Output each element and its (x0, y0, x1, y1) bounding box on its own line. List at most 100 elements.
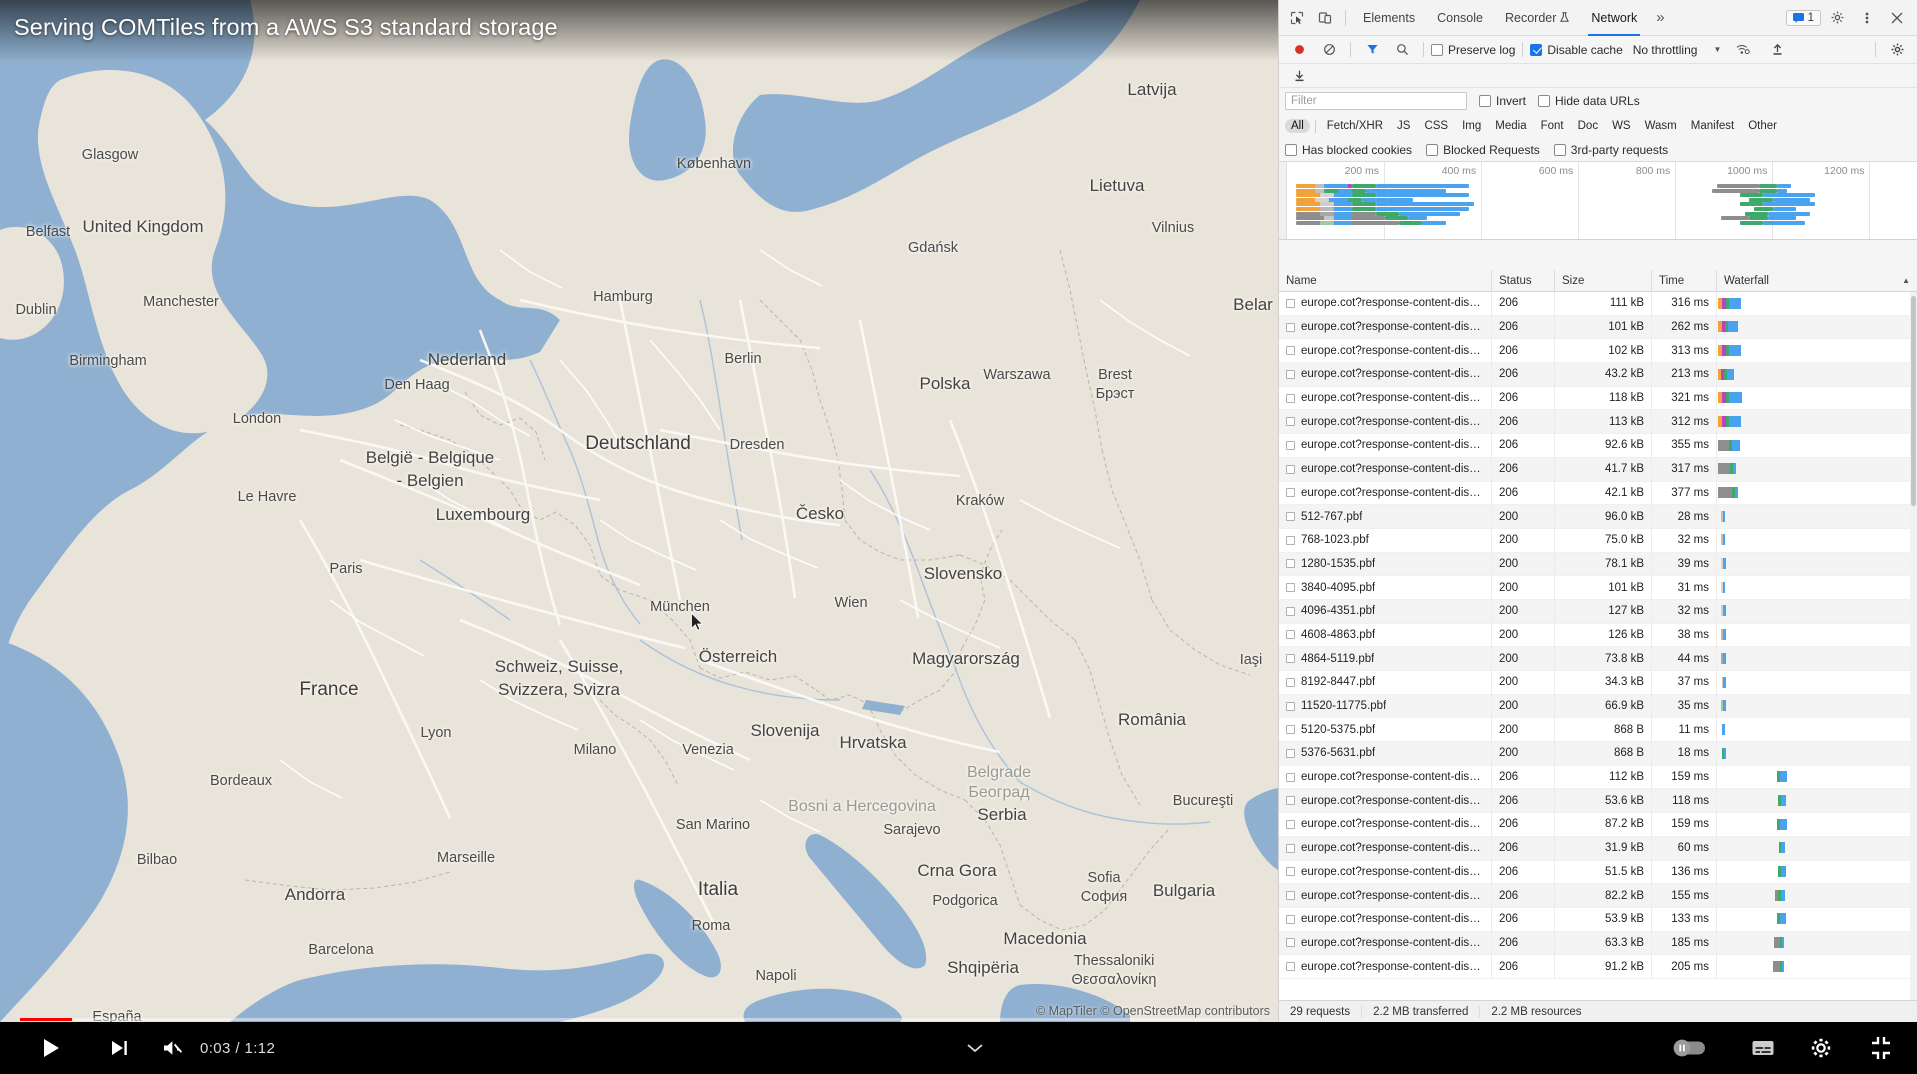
cell-name[interactable]: 4608-4863.pbf (1279, 623, 1492, 647)
table-row[interactable]: 512-767.pbf 200 96.0 kB 28 ms (1279, 504, 1917, 529)
cell-name[interactable]: 3840-4095.pbf (1279, 575, 1492, 600)
network-settings-gear-icon[interactable] (1883, 36, 1911, 64)
cell-name[interactable]: europe.cot?response-content-disp… (1279, 338, 1492, 363)
table-row[interactable]: 4864-5119.pbf 200 73.8 kB 44 ms (1279, 646, 1917, 671)
cell-name[interactable]: 1280-1535.pbf (1279, 552, 1492, 576)
devtools-close-icon[interactable] (1883, 4, 1911, 32)
cell-name[interactable]: 5376-5631.pbf (1279, 741, 1492, 766)
table-row[interactable]: 5376-5631.pbf 200 868 B 18 ms (1279, 741, 1917, 766)
network-requests-table[interactable]: Name Status Size Time Waterfall ▲ europe… (1279, 270, 1917, 1000)
invert-checkbox[interactable]: Invert (1479, 94, 1526, 108)
column-header-name[interactable]: Name (1279, 270, 1492, 292)
column-header-time[interactable]: Time (1652, 270, 1717, 292)
cell-name[interactable]: europe.cot?response-content-disp… (1279, 433, 1492, 458)
network-overview-timeline[interactable]: 200 ms 400 ms 600 ms 800 ms 1000 ms 1200 ms (1279, 162, 1917, 240)
table-row[interactable]: 5120-5375.pbf 200 868 B 11 ms (1279, 717, 1917, 743)
clear-icon[interactable] (1315, 36, 1343, 64)
captions-button[interactable] (1740, 1022, 1786, 1074)
table-vertical-scrollbar[interactable] (1910, 292, 1917, 1000)
fullscreen-button[interactable] (1858, 1022, 1904, 1074)
block-filter-has-blocked-cookies[interactable]: Has blocked cookies (1285, 143, 1412, 157)
table-row[interactable]: 11520-11775.pbf 200 66.9 kB 35 ms (1279, 694, 1917, 719)
cell-name[interactable]: europe.cot?response-content-disp… (1279, 292, 1492, 316)
cell-name[interactable]: europe.cot?response-content-disp… (1279, 931, 1492, 955)
resource-type-js[interactable]: JS (1391, 119, 1416, 133)
devtools-panel[interactable]: Elements Console Recorder Network » 1 Pr… (1278, 0, 1917, 1022)
column-header-waterfall[interactable]: Waterfall ▲ (1717, 270, 1917, 292)
table-row[interactable]: europe.cot?response-content-disp… 206 111 … (1279, 292, 1917, 316)
cell-name[interactable]: 4864-5119.pbf (1279, 646, 1492, 671)
cell-name[interactable]: europe.cot?response-content-disp… (1279, 765, 1492, 789)
scrollbar-thumb[interactable] (1911, 296, 1916, 506)
export-har-icon[interactable] (1763, 36, 1791, 64)
settings-button[interactable] (1798, 1022, 1844, 1074)
cell-name[interactable]: 4096-4351.pbf (1279, 599, 1492, 624)
tab-network[interactable]: Network (1580, 0, 1648, 36)
tab-console[interactable]: Console (1426, 0, 1494, 36)
inspect-element-icon[interactable] (1283, 4, 1311, 32)
kebab-menu-icon[interactable] (1853, 4, 1881, 32)
table-row[interactable]: 8192-8447.pbf 200 34.3 kB 37 ms (1279, 670, 1917, 695)
disable-cache-checkbox[interactable]: Disable cache (1530, 43, 1623, 57)
tab-elements[interactable]: Elements (1352, 0, 1426, 36)
resource-type-media[interactable]: Media (1489, 119, 1532, 133)
filter-icon[interactable] (1358, 36, 1386, 64)
cell-name[interactable]: europe.cot?response-content-disp… (1279, 457, 1492, 481)
table-row[interactable]: europe.cot?response-content-disp… 206 82.2… (1279, 883, 1917, 908)
resource-type-other[interactable]: Other (1742, 119, 1783, 133)
column-header-status[interactable]: Status (1492, 270, 1555, 292)
table-row[interactable]: europe.cot?response-content-disp… 206 118 … (1279, 386, 1917, 411)
cell-name[interactable]: europe.cot?response-content-disp… (1279, 836, 1492, 860)
table-row[interactable]: europe.cot?response-content-disp… 206 112 … (1279, 765, 1917, 790)
mute-button[interactable] (150, 1022, 196, 1074)
table-row[interactable]: 4096-4351.pbf 200 127 kB 32 ms (1279, 599, 1917, 624)
expand-description-button[interactable] (955, 1022, 995, 1074)
play-button[interactable] (28, 1022, 74, 1074)
block-filter-3rd-party-requests[interactable]: 3rd-party requests (1553, 143, 1668, 157)
cell-name[interactable]: europe.cot?response-content-disp… (1279, 907, 1492, 932)
table-row[interactable]: europe.cot?response-content-disp… 206 113 … (1279, 409, 1917, 435)
record-stop-icon[interactable] (1285, 36, 1313, 64)
table-row[interactable]: 4608-4863.pbf 200 126 kB 38 ms (1279, 623, 1917, 648)
table-row[interactable]: europe.cot?response-content-disp… 206 101 … (1279, 315, 1917, 340)
resource-type-ws[interactable]: WS (1606, 119, 1637, 133)
autoplay-toggle[interactable] (1666, 1022, 1712, 1074)
table-row[interactable]: europe.cot?response-content-disp… 206 92.6… (1279, 433, 1917, 458)
map-viewport[interactable]: .w { fill:#8fb0d0; } .l { fill:#e9e4d9; … (0, 0, 1278, 1022)
table-row[interactable]: europe.cot?response-content-disp… 206 51.5… (1279, 860, 1917, 885)
cell-name[interactable]: europe.cot?response-content-disp… (1279, 860, 1492, 884)
hide-data-urls-checkbox[interactable]: Hide data URLs (1538, 94, 1640, 108)
table-row[interactable]: 768-1023.pbf 200 75.0 kB 32 ms (1279, 528, 1917, 553)
cell-name[interactable]: 11520-11775.pbf (1279, 694, 1492, 718)
search-icon[interactable] (1388, 36, 1416, 64)
resource-type-wasm[interactable]: Wasm (1639, 119, 1683, 133)
table-row[interactable]: 1280-1535.pbf 200 78.1 kB 39 ms (1279, 552, 1917, 577)
preserve-log-checkbox[interactable]: Preserve log (1431, 43, 1515, 57)
cell-name[interactable]: europe.cot?response-content-disp… (1279, 954, 1492, 979)
cell-name[interactable]: 512-767.pbf (1279, 504, 1492, 529)
cell-name[interactable]: europe.cot?response-content-disp… (1279, 315, 1492, 339)
table-row[interactable]: europe.cot?response-content-disp… 206 43.2… (1279, 362, 1917, 387)
issues-badge[interactable]: 1 (1785, 9, 1821, 26)
resource-type-all[interactable]: All (1285, 119, 1310, 133)
block-filter-blocked-requests[interactable]: Blocked Requests (1426, 143, 1540, 157)
cell-name[interactable]: 5120-5375.pbf (1279, 717, 1492, 742)
cell-name[interactable]: europe.cot?response-content-disp… (1279, 481, 1492, 505)
table-row[interactable]: europe.cot?response-content-disp… 206 91.2… (1279, 954, 1917, 979)
resource-type-fetch-xhr[interactable]: Fetch/XHR (1321, 119, 1389, 133)
cell-name[interactable]: europe.cot?response-content-disp… (1279, 409, 1492, 434)
tab-recorder[interactable]: Recorder (1494, 0, 1580, 36)
table-row[interactable]: 3840-4095.pbf 200 101 kB 31 ms (1279, 575, 1917, 600)
cell-name[interactable]: europe.cot?response-content-disp… (1279, 362, 1492, 387)
filter-input[interactable]: Filter (1285, 92, 1467, 110)
import-har-icon[interactable] (1285, 62, 1313, 90)
network-conditions-icon[interactable] (1729, 36, 1757, 64)
resource-type-manifest[interactable]: Manifest (1685, 119, 1740, 133)
table-row[interactable]: europe.cot?response-content-disp… 206 42.1… (1279, 481, 1917, 506)
cell-name[interactable]: europe.cot?response-content-disp… (1279, 883, 1492, 908)
table-body[interactable]: europe.cot?response-content-disp… 206 111 … (1279, 292, 1917, 1000)
devtools-settings-gear-icon[interactable] (1823, 4, 1851, 32)
table-row[interactable]: europe.cot?response-content-disp… 206 63.3… (1279, 931, 1917, 956)
table-row[interactable]: europe.cot?response-content-disp… 206 87.2… (1279, 812, 1917, 837)
table-row[interactable]: europe.cot?response-content-disp… 206 102 … (1279, 338, 1917, 364)
